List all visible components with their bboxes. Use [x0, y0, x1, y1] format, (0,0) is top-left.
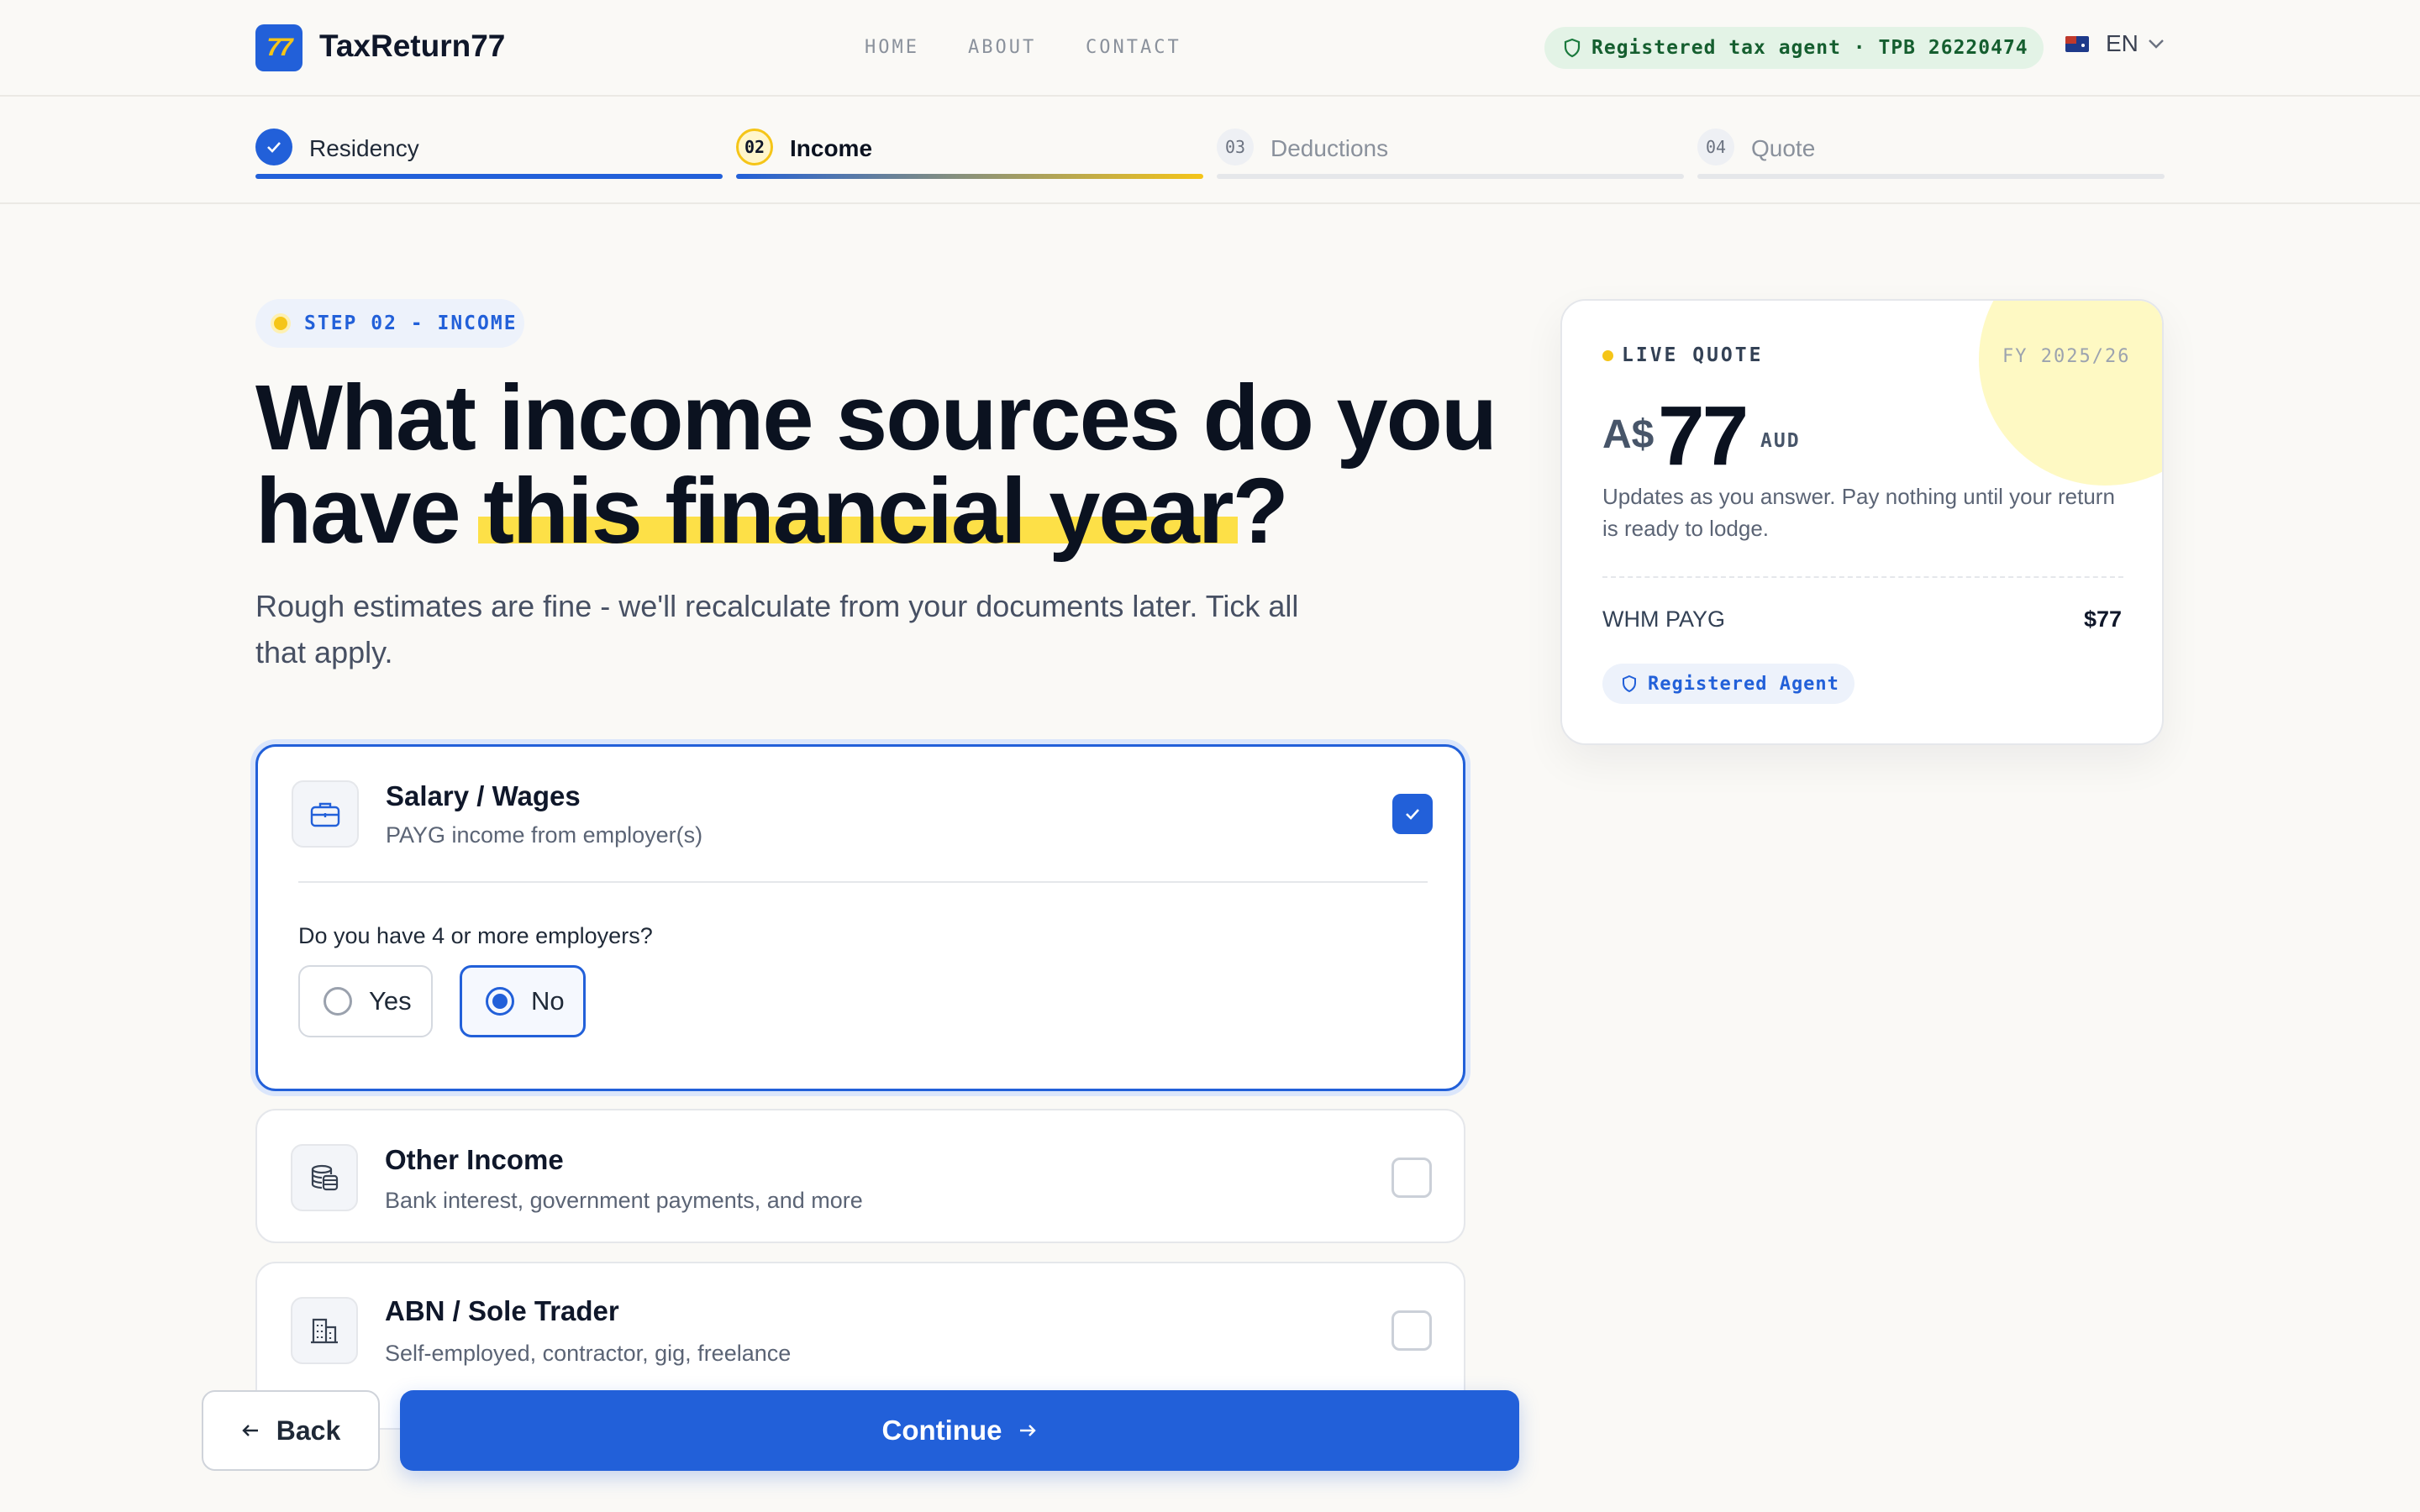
- title-part: have: [255, 459, 484, 563]
- radio-circle: [486, 987, 514, 1016]
- chevron-down-icon: [2149, 39, 2164, 49]
- quote-line-item-value: $77: [2083, 606, 2122, 632]
- live-quote-label: LIVE QUOTE: [1602, 344, 1763, 366]
- option-title: ABN / Sole Trader: [385, 1295, 619, 1326]
- live-quote-text: LIVE QUOTE: [1622, 344, 1764, 366]
- page-title: What income sources do you have this fin…: [255, 371, 1516, 558]
- step-badge-text: STEP 02 - INCOME: [304, 312, 518, 334]
- title-line-1: What income sources do you: [255, 366, 1497, 470]
- salary-checkbox[interactable]: [1392, 794, 1433, 834]
- step-progress-bar: [255, 174, 723, 179]
- top-header: 77 TaxReturn77 HOME ABOUT CONTACT Regist…: [0, 0, 2420, 97]
- check-icon: [255, 129, 292, 165]
- registered-agent-badge: Registered tax agent · TPB 26220474: [1544, 27, 2044, 69]
- agent-badge-text: Registered tax agent · TPB 26220474: [1591, 37, 2028, 59]
- step-label: Deductions: [1270, 135, 1389, 161]
- step-quote[interactable]: 04 Quote: [1697, 122, 2165, 181]
- back-button[interactable]: Back: [202, 1390, 380, 1471]
- abn-checkbox[interactable]: [1392, 1310, 1432, 1351]
- quote-note: Updates as you answer. Pay nothing until…: [1602, 484, 2115, 541]
- briefcase-icon: [292, 780, 359, 848]
- step-progress-bar: [736, 174, 1203, 179]
- live-dot-icon: [1602, 349, 1613, 361]
- back-label: Back: [276, 1415, 341, 1446]
- step-label: Income: [790, 135, 873, 161]
- option-title: Other Income: [385, 1144, 564, 1175]
- check-icon: [1406, 809, 1419, 820]
- title-part: ?: [1232, 459, 1289, 563]
- nav-home[interactable]: HOME: [865, 37, 919, 58]
- highlight-text: this financial year: [483, 459, 1234, 563]
- price-currency: A$: [1602, 412, 1655, 457]
- income-option-salary[interactable]: Salary / Wages PAYG income from employer…: [255, 744, 1465, 1091]
- language-selector[interactable]: EN: [2065, 30, 2165, 57]
- radio-no[interactable]: No: [460, 965, 586, 1037]
- continue-label: Continue: [881, 1415, 1002, 1446]
- page-subtitle: Rough estimates are fine - we'll recalcu…: [255, 589, 1299, 669]
- financial-year: FY 2025/26: [2002, 346, 2131, 367]
- dashed-divider: [1602, 576, 2123, 578]
- language-label: EN: [2106, 30, 2139, 56]
- step-badge: STEP 02 - INCOME: [255, 299, 524, 348]
- step-progress-bar: [1217, 174, 1684, 179]
- radio-label: Yes: [369, 986, 412, 1016]
- income-option-other[interactable]: Other Income Bank interest, government p…: [255, 1109, 1465, 1243]
- option-description: PAYG income from employer(s): [386, 822, 703, 848]
- building-icon: [291, 1297, 358, 1364]
- australia-flag-icon: [2065, 35, 2089, 52]
- title-line-2: have this financial year?: [255, 465, 1516, 558]
- price-unit: AUD: [1760, 430, 1801, 452]
- radio-yes[interactable]: Yes: [298, 965, 433, 1037]
- price-amount: 77: [1658, 389, 1749, 483]
- decorative-blob: [1979, 301, 2162, 486]
- radio-circle: [324, 987, 352, 1016]
- progress-stepper: Residency 02 Income 03 Deductions 04 Quo…: [0, 97, 2420, 204]
- live-quote-card: LIVE QUOTE FY 2025/26 A$ 77 AUD Updates …: [1560, 299, 2164, 745]
- status-dot-icon: [274, 317, 287, 330]
- logo-mark[interactable]: 77: [255, 24, 302, 71]
- title-highlight: this financial year: [478, 465, 1238, 558]
- registered-agent-text: Registered Agent: [1648, 673, 1839, 695]
- radio-label: No: [531, 986, 565, 1016]
- shield-icon: [1623, 675, 1636, 693]
- other-income-checkbox[interactable]: [1392, 1158, 1432, 1198]
- option-title: Salary / Wages: [386, 780, 581, 811]
- coins-icon: [291, 1144, 358, 1211]
- nav-contact[interactable]: CONTACT: [1086, 37, 1181, 58]
- shield-icon: [1564, 38, 1581, 58]
- logo-text: 77: [266, 34, 292, 61]
- step-deductions[interactable]: 03 Deductions: [1217, 122, 1684, 181]
- quote-line-item-label: WHM PAYG: [1602, 606, 1725, 632]
- arrow-right-icon: [1020, 1425, 1037, 1436]
- step-label: Quote: [1751, 135, 1816, 161]
- registered-agent-pill: Registered Agent: [1602, 664, 1854, 704]
- employer-question: Do you have 4 or more employers?: [298, 923, 653, 948]
- divider: [298, 881, 1428, 883]
- step-residency[interactable]: Residency: [255, 122, 723, 181]
- option-description: Self-employed, contractor, gig, freelanc…: [385, 1341, 792, 1366]
- step-number: 02: [736, 129, 773, 165]
- step-number: 03: [1217, 129, 1254, 165]
- option-description: Bank interest, government payments, and …: [385, 1188, 863, 1213]
- continue-button[interactable]: Continue: [400, 1390, 1519, 1471]
- step-progress-bar: [1697, 174, 2165, 179]
- brand-name[interactable]: TaxReturn77: [319, 29, 505, 64]
- step-number: 04: [1697, 129, 1734, 165]
- nav-about[interactable]: ABOUT: [968, 37, 1036, 58]
- step-label: Residency: [309, 135, 419, 161]
- arrow-left-icon: [242, 1425, 258, 1436]
- step-income[interactable]: 02 Income: [736, 122, 1203, 181]
